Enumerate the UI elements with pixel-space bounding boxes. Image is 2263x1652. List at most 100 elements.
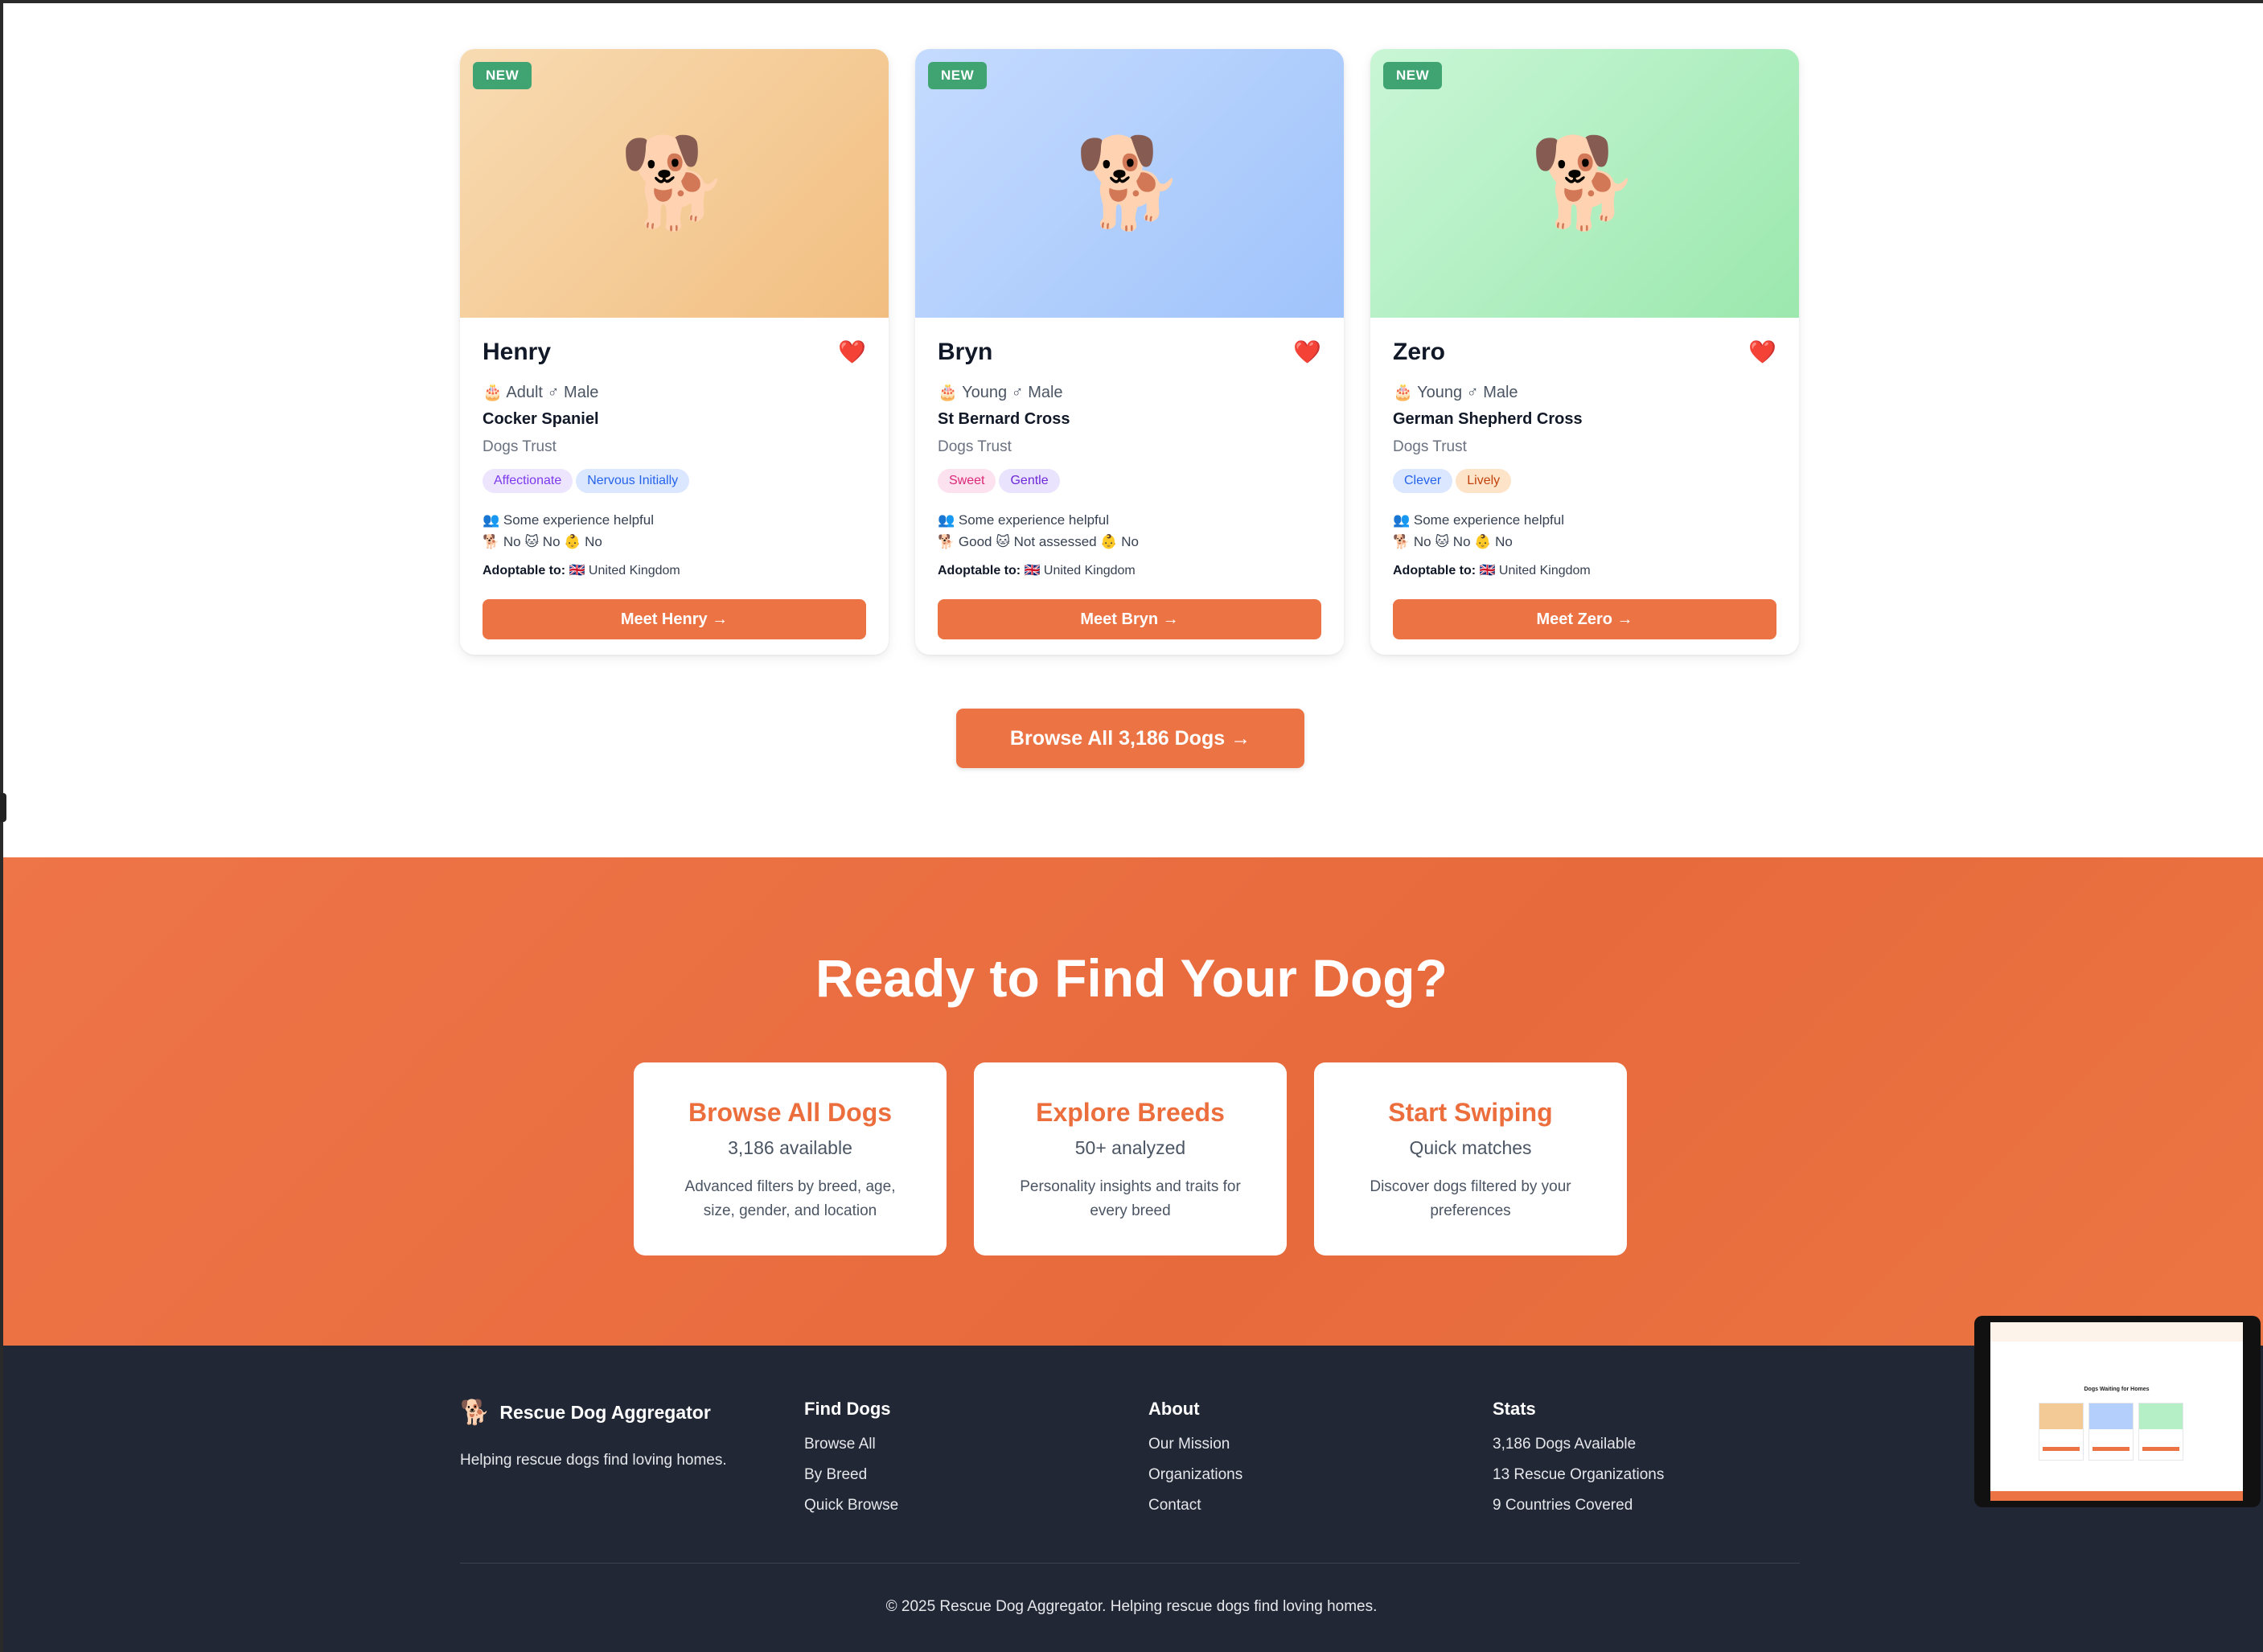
footer-link-browse-all[interactable]: Browse All: [804, 1436, 898, 1453]
meet-dog-button[interactable]: Meet Bryn →: [938, 599, 1321, 639]
personality-tag: Lively: [1456, 469, 1512, 493]
footer-link-contact[interactable]: Contact: [1148, 1497, 1242, 1514]
footer-stat-organizations: 13 Rescue Organizations: [1493, 1466, 1665, 1483]
footer-link-by-breed[interactable]: By Breed: [804, 1466, 898, 1484]
adoptable-country: 🇬🇧 United Kingdom: [1479, 564, 1591, 577]
dog-card-grid: NEW 🐕 Henry ❤️ 🎂 Adult ♂ Male Cocker Spa…: [460, 49, 1800, 655]
adoptable-label: Adoptable to:: [1393, 564, 1476, 577]
cta-card-swiping[interactable]: Start Swiping Quick matches Discover dog…: [1314, 1062, 1627, 1255]
footer-col-heading: Stats: [1493, 1399, 1536, 1419]
dog-breed: German Shepherd Cross: [1393, 410, 1583, 428]
footer-stat-countries: 9 Countries Covered: [1493, 1497, 1633, 1514]
personality-tag: Clever: [1393, 469, 1453, 493]
dog-organization: Dogs Trust: [1393, 438, 1467, 455]
footer-col-about: About Our Mission Organizations Contact: [1148, 1399, 1242, 1527]
dog-age-gender: 🎂 Young ♂ Male: [938, 384, 1063, 401]
footer-brand[interactable]: 🐕 Rescue Dog Aggregator: [460, 1399, 711, 1427]
cta-card-title: Explore Breeds: [1036, 1098, 1225, 1127]
dog-organization: Dogs Trust: [938, 438, 1012, 455]
personality-tag: Nervous Initially: [576, 469, 690, 493]
adoptable-label: Adoptable to:: [483, 564, 566, 577]
cta-card-subtitle: 50+ analyzed: [1074, 1137, 1186, 1158]
compatibility: 🐕 No 🐱 No 👶 No: [483, 534, 602, 549]
preview-header: [1990, 1322, 2243, 1342]
personality-tags: Sweet Gentle: [938, 469, 1321, 493]
adoptable-to: Adoptable to: 🇬🇧 United Kingdom: [1393, 562, 1776, 578]
new-badge: NEW: [1383, 62, 1443, 89]
cta-card-subtitle: 3,186 available: [728, 1137, 852, 1158]
footer-col-heading: About: [1148, 1399, 1200, 1419]
personality-tags: Affectionate Nervous Initially: [483, 469, 866, 493]
adoptable-country: 🇬🇧 United Kingdom: [1024, 564, 1136, 577]
experience-level: 👥 Some experience helpful: [1393, 512, 1565, 528]
experience-level: 👥 Some experience helpful: [938, 512, 1110, 528]
personality-tags: Clever Lively: [1393, 469, 1776, 493]
preview-card: [2138, 1403, 2183, 1461]
dog-name: Zero: [1393, 339, 1446, 365]
personality-tag: Affectionate: [483, 469, 573, 493]
meet-dog-button[interactable]: Meet Zero →: [1393, 599, 1776, 639]
browse-all-dogs-button[interactable]: Browse All 3,186 Dogs →: [956, 709, 1304, 768]
dog-age-gender: 🎂 Young ♂ Male: [1393, 384, 1518, 401]
footer-col-stats: Stats 3,186 Dogs Available 13 Rescue Org…: [1493, 1399, 1664, 1527]
adoptable-label: Adoptable to:: [938, 564, 1021, 577]
meet-dog-button[interactable]: Meet Henry →: [483, 599, 866, 639]
dog-card[interactable]: NEW 🐕 Henry ❤️ 🎂 Adult ♂ Male Cocker Spa…: [460, 49, 889, 655]
footer-link-organizations[interactable]: Organizations: [1148, 1466, 1242, 1484]
adoptable-to: Adoptable to: 🇬🇧 United Kingdom: [483, 562, 866, 578]
cta-card-breeds[interactable]: Explore Breeds 50+ analyzed Personality …: [974, 1062, 1287, 1255]
footer-col-find-dogs: Find Dogs Browse All By Breed Quick Brow…: [804, 1399, 898, 1527]
experience-level: 👥 Some experience helpful: [483, 512, 655, 528]
adoptable-country: 🇬🇧 United Kingdom: [569, 564, 680, 577]
dog-organization: Dogs Trust: [483, 438, 557, 455]
cta-card-description: Advanced filters by breed, age, size, ge…: [684, 1178, 896, 1219]
cta-card-browse[interactable]: Browse All Dogs 3,186 available Advanced…: [634, 1062, 947, 1255]
footer-divider: [460, 1563, 1800, 1564]
cta-title: Ready to Find Your Dog?: [815, 948, 1448, 1008]
footer-link-quick-browse[interactable]: Quick Browse: [804, 1497, 898, 1514]
dog-logo-icon: 🐕: [460, 1399, 491, 1426]
favorite-heart-icon[interactable]: ❤️: [838, 339, 866, 365]
dog-card[interactable]: NEW 🐕 Zero ❤️ 🎂 Young ♂ Male German Shep…: [1370, 49, 1799, 655]
cta-card-description: Personality insights and traits for ever…: [1020, 1178, 1241, 1219]
preview-cards: [2039, 1403, 2183, 1461]
cta-section: Ready to Find Your Dog? Browse All Dogs …: [0, 857, 2263, 1346]
personality-tag: Sweet: [938, 469, 996, 493]
dog-photo-placeholder[interactable]: NEW 🐕: [1370, 49, 1799, 318]
dog-photo-placeholder[interactable]: NEW 🐕: [915, 49, 1344, 318]
compatibility: 🐕 Good 🐱 Not assessed 👶 No: [938, 534, 1139, 549]
dog-icon: 🐕: [619, 134, 729, 232]
preview-card: [2088, 1403, 2134, 1461]
side-handle[interactable]: [0, 793, 6, 822]
footer-stat-dogs: 3,186 Dogs Available: [1493, 1436, 1637, 1453]
new-badge: NEW: [473, 62, 532, 89]
preview-cta-band: [1990, 1491, 2243, 1501]
preview-title: Dogs Waiting for Homes: [2084, 1387, 2150, 1392]
cta-card-row: Browse All Dogs 3,186 available Advanced…: [634, 1062, 1627, 1255]
preview-card: [2039, 1403, 2084, 1461]
compatibility: 🐕 No 🐱 No 👶 No: [1393, 534, 1513, 549]
footer-brand-name: Rescue Dog Aggregator: [499, 1402, 711, 1423]
new-badge: NEW: [928, 62, 988, 89]
site-footer: 🐕 Rescue Dog Aggregator Helping rescue d…: [0, 1346, 2263, 1652]
favorite-heart-icon[interactable]: ❤️: [1748, 339, 1776, 365]
personality-tag: Gentle: [999, 469, 1060, 493]
dog-name: Henry: [483, 339, 552, 365]
preview-screen: Dogs Waiting for Homes: [1990, 1322, 2243, 1501]
dog-breed: St Bernard Cross: [938, 410, 1070, 428]
dog-icon: 🐕: [1074, 134, 1185, 232]
cta-card-title: Browse All Dogs: [688, 1098, 893, 1127]
featured-dogs-section: NEW 🐕 Henry ❤️ 🎂 Adult ♂ Male Cocker Spa…: [0, 0, 2263, 857]
cta-card-description: Discover dogs filtered by your preferenc…: [1370, 1178, 1571, 1219]
page-preview-thumbnail[interactable]: Dogs Waiting for Homes: [1974, 1316, 2261, 1507]
dog-card[interactable]: NEW 🐕 Bryn ❤️ 🎂 Young ♂ Male St Bernard …: [915, 49, 1344, 655]
dog-name: Bryn: [938, 339, 993, 365]
cta-card-title: Start Swiping: [1388, 1098, 1553, 1127]
dog-age-gender: 🎂 Adult ♂ Male: [483, 384, 599, 401]
dog-breed: Cocker Spaniel: [483, 410, 599, 428]
footer-col-heading: Find Dogs: [804, 1399, 891, 1419]
favorite-heart-icon[interactable]: ❤️: [1293, 339, 1321, 365]
dog-photo-placeholder[interactable]: NEW 🐕: [460, 49, 889, 318]
adoptable-to: Adoptable to: 🇬🇧 United Kingdom: [938, 562, 1321, 578]
footer-link-our-mission[interactable]: Our Mission: [1148, 1436, 1242, 1453]
